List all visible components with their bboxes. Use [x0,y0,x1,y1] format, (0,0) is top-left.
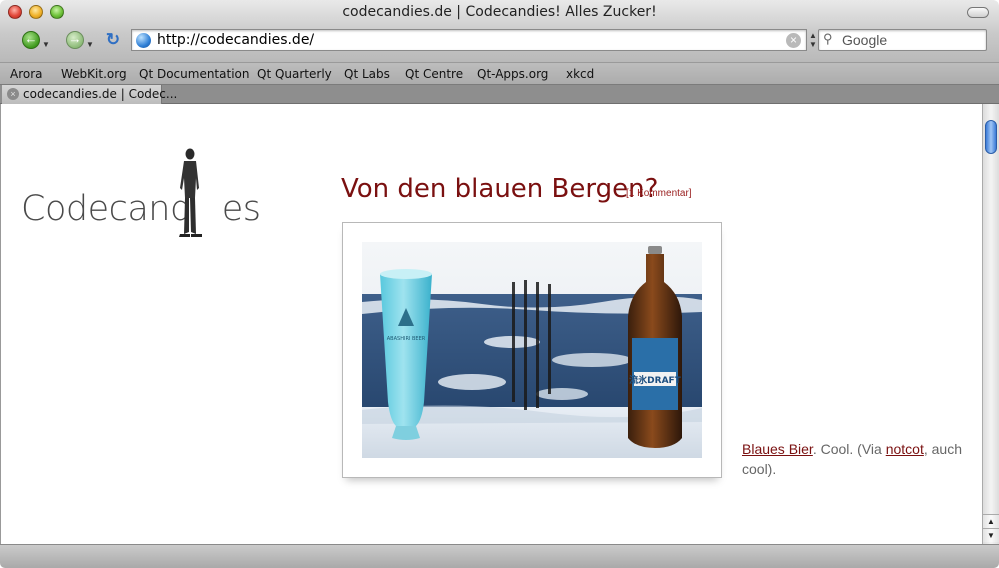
scroll-down-arrow-icon[interactable]: ▼ [983,528,999,542]
caption-text-1: . Cool. (Via [812,441,886,457]
blue-beer-photo: ABASHIRI BEER 流氷DRAFT [362,242,702,458]
window-title: codecandies.de | Codecandies! Alles Zuck… [342,4,657,20]
tab-close-icon[interactable]: × [7,88,19,100]
forward-history-chevron-icon[interactable]: ▼ [86,40,94,49]
glass-label: ABASHIRI BEER [387,336,426,342]
globe-icon [136,33,151,48]
status-bar [0,544,999,568]
scrollbar-thumb[interactable] [985,120,997,154]
bookmark-qt-centre[interactable]: Qt Centre [405,67,463,81]
bookmark-qt-apps[interactable]: Qt-Apps.org [477,67,548,81]
back-button[interactable]: ← [22,31,40,49]
bookmark-xkcd[interactable]: xkcd [566,67,594,81]
post-caption: Blaues Bier. Cool. (Via notcot, auch coo… [742,439,972,479]
post-title[interactable]: Von den blauen Bergen? [341,174,658,204]
forward-arrow-icon: → [68,31,82,46]
post-comments-link[interactable]: [1 Kommentar] [626,188,692,199]
back-history-chevron-icon[interactable]: ▼ [42,40,50,49]
post-image-frame: ABASHIRI BEER 流氷DRAFT [342,222,722,478]
search-field[interactable]: ⚲ Google [818,29,987,51]
address-bar[interactable]: http://codecandies.de/ × [131,29,807,51]
page-content: Codecand es Von den blauen Bergen? [1 Kom… [0,104,982,544]
bookmark-qt-labs[interactable]: Qt Labs [344,67,390,81]
reload-icon[interactable]: ↻ [104,31,122,49]
window-titlebar: codecandies.de | Codecandies! Alles Zuck… [0,0,999,62]
logo-text-right: es [221,189,261,229]
bookmark-arora[interactable]: Arora [10,67,43,81]
blaues-bier-link[interactable]: Blaues Bier [742,441,813,457]
bookmark-qt-documentation[interactable]: Qt Documentation [139,67,249,81]
clear-address-icon[interactable]: × [786,33,801,48]
logo-person-figure [179,148,202,237]
notcot-link[interactable]: notcot [886,441,924,457]
scroll-up-arrow-icon[interactable]: ▲ [983,514,999,528]
bookmark-webkit[interactable]: WebKit.org [61,67,127,81]
back-arrow-icon: ← [24,31,38,46]
logo-text-left: Codecand [21,189,192,229]
forward-button[interactable]: → [66,31,84,49]
vertical-scrollbar[interactable]: ▲ ▼ [982,104,999,544]
address-input[interactable]: http://codecandies.de/ [157,32,314,48]
magnifier-icon[interactable]: ⚲ [823,31,833,47]
tab-codecandies[interactable]: × codecandies.de | Codec... [2,85,177,104]
tab-label: codecandies.de | Codec... [23,87,178,101]
bookmark-qt-quarterly[interactable]: Qt Quarterly [257,67,332,81]
search-input[interactable]: Google [842,32,887,48]
site-logo[interactable]: Codecand es [21,189,261,229]
bookmarks-bar: Arora WebKit.org Qt Documentation Qt Qua… [0,62,999,84]
tab-bar: × codecandies.de | Codec... [0,84,999,104]
toolbar-toggle-button[interactable] [967,7,989,18]
bottle-label: 流氷DRAFT [629,374,682,386]
address-stepper-icon[interactable]: ▲ ▼ [809,31,817,49]
